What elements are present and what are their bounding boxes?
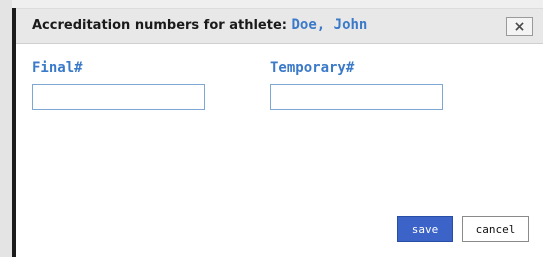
close-button[interactable]: × xyxy=(506,17,533,36)
athlete-name: Doe, John xyxy=(291,17,368,33)
temporary-number-label: Temporary# xyxy=(270,60,355,76)
save-button[interactable]: save xyxy=(397,216,453,242)
final-number-input[interactable] xyxy=(32,84,205,110)
dialog-title: Accreditation numbers for athlete: Doe, … xyxy=(32,17,367,33)
dialog-title-prefix: Accreditation numbers for athlete: xyxy=(32,18,287,33)
page-background-left xyxy=(0,0,12,257)
page-background-top xyxy=(0,0,543,8)
close-icon: × xyxy=(513,18,526,35)
cancel-button[interactable]: cancel xyxy=(462,216,529,242)
dialog-titlebar: Accreditation numbers for athlete: Doe, … xyxy=(16,8,543,44)
accreditation-dialog: Accreditation numbers for athlete: Doe, … xyxy=(12,8,543,257)
temporary-number-input[interactable] xyxy=(270,84,443,110)
final-number-label: Final# xyxy=(32,60,83,76)
